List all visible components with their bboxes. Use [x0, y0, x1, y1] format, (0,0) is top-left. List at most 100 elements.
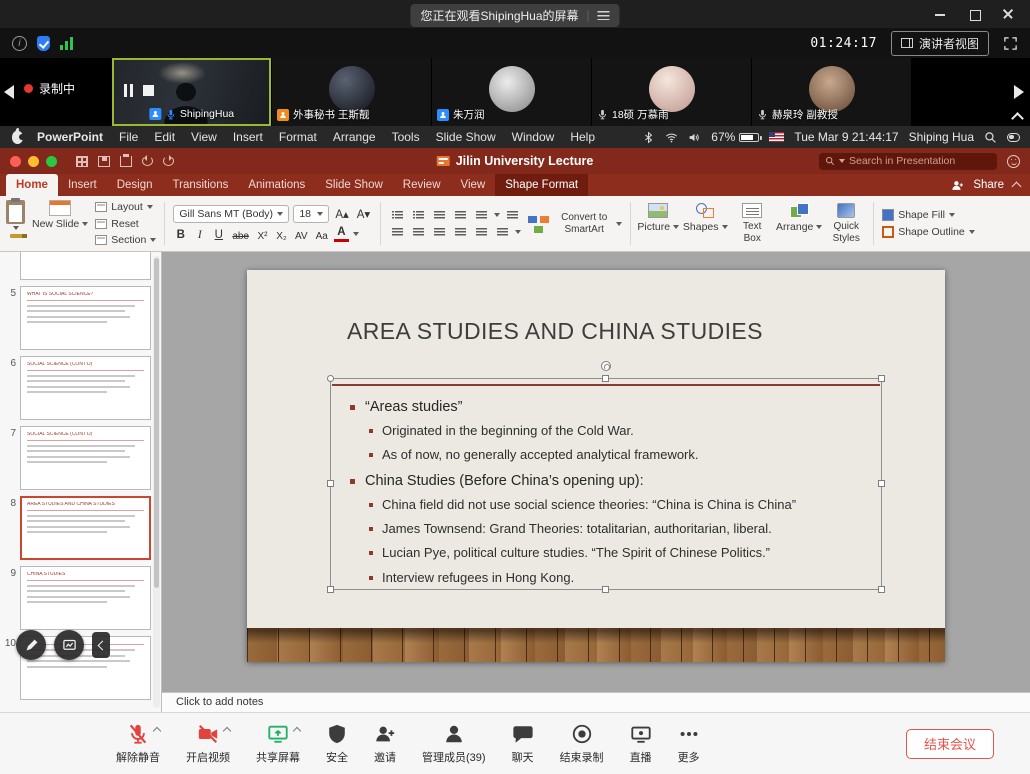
app-menu[interactable]: PowerPoint	[29, 130, 111, 144]
shapes-button[interactable]: Shapes	[686, 203, 724, 233]
bluetooth-icon[interactable]	[642, 131, 655, 144]
align-left-button[interactable]	[389, 225, 406, 239]
menu-item[interactable]: View	[183, 130, 225, 144]
tab-home[interactable]: Home	[6, 174, 58, 196]
fullscreen-icon[interactable]	[1003, 36, 1018, 51]
resize-handle[interactable]	[602, 375, 609, 382]
convert-to-smartart-button[interactable]: Convert to SmartArt	[557, 212, 611, 235]
collapse-ribbon-icon[interactable]	[1012, 182, 1022, 192]
bold-button[interactable]: B	[173, 226, 188, 242]
resize-handle[interactable]	[602, 586, 609, 593]
decrease-indent-button[interactable]	[431, 208, 448, 222]
text-direction-button[interactable]	[473, 225, 490, 239]
annotation-board-button[interactable]	[54, 630, 84, 660]
caret-up-icon[interactable]	[293, 726, 301, 734]
menu-item[interactable]: Window	[504, 130, 563, 144]
control-center-icon[interactable]	[1007, 133, 1020, 142]
invite-button[interactable]: 邀请	[374, 723, 396, 765]
scroll-right-arrow-icon[interactable]	[1014, 85, 1024, 99]
format-painter-icon[interactable]	[10, 234, 22, 238]
align-text-button[interactable]	[494, 225, 511, 239]
grow-font-button[interactable]: A▴	[333, 206, 350, 222]
shape-fill-button[interactable]: Shape Fill	[882, 208, 975, 222]
volume-icon[interactable]	[688, 131, 701, 144]
video-tile-zhuwanrun[interactable]: 朱万润	[432, 58, 591, 126]
menu-item[interactable]: Help	[562, 130, 603, 144]
slide-thumbnail[interactable]: 9 CHINA STUDIES	[2, 566, 151, 630]
rotate-handle[interactable]	[601, 361, 611, 371]
justify-button[interactable]	[452, 225, 469, 239]
undo-icon[interactable]	[142, 156, 153, 166]
line-spacing-caret-icon[interactable]	[494, 213, 500, 217]
info-icon[interactable]: i	[12, 36, 27, 51]
manage-members-button[interactable]: 管理成员(39)	[422, 723, 486, 765]
menu-item[interactable]: Tools	[384, 130, 428, 144]
close-traffic-light[interactable]	[10, 156, 21, 167]
protection-shield-icon[interactable]	[37, 36, 50, 51]
video-tile-shipinghua[interactable]: ShipingHua	[112, 58, 271, 126]
resize-handle[interactable]	[327, 480, 334, 487]
menu-item[interactable]: Edit	[146, 130, 183, 144]
line-spacing-button[interactable]	[473, 208, 490, 222]
menubar-clock[interactable]: Tue Mar 9 21:44:17	[794, 130, 898, 144]
notes-pane[interactable]: Click to add notes	[162, 692, 1030, 712]
arrange-button[interactable]: Arrange	[780, 203, 818, 233]
start-video-button[interactable]: 开启视频	[186, 723, 230, 765]
tab-slide-show[interactable]: Slide Show	[315, 174, 393, 196]
resize-handle[interactable]	[878, 586, 885, 593]
print-icon[interactable]	[120, 156, 132, 167]
close-button[interactable]	[1002, 8, 1014, 20]
spotlight-search-icon[interactable]	[984, 131, 997, 144]
tab-transitions[interactable]: Transitions	[163, 174, 239, 196]
network-quality-icon[interactable]	[60, 37, 74, 50]
resize-handle[interactable]	[878, 375, 885, 382]
share-button[interactable]: Share	[973, 179, 1004, 191]
paste-caret-icon[interactable]	[13, 226, 19, 230]
layout-button[interactable]: Layout	[95, 200, 156, 214]
save-icon[interactable]	[98, 156, 110, 167]
align-right-button[interactable]	[431, 225, 448, 239]
align-text-caret-icon[interactable]	[515, 230, 521, 234]
view-grid-icon[interactable]	[76, 156, 88, 167]
video-tile-hequanling[interactable]: 赫泉玲 副教授	[752, 58, 911, 126]
section-button[interactable]: Section	[95, 233, 156, 247]
video-tile-wanmuyu[interactable]: 18硕 万慕雨	[592, 58, 751, 126]
character-spacing-button[interactable]: AV	[293, 226, 310, 242]
reset-button[interactable]: Reset	[95, 217, 156, 231]
tab-animations[interactable]: Animations	[238, 174, 315, 196]
presentation-search[interactable]	[819, 153, 997, 170]
change-case-button[interactable]: Aa	[314, 226, 330, 242]
superscript-button[interactable]: X²	[255, 226, 270, 242]
pause-recording-button[interactable]	[124, 84, 133, 97]
video-tile-wangsijing[interactable]: 外事秘书 王斯靓	[272, 58, 431, 126]
zoom-traffic-light[interactable]	[46, 156, 57, 167]
more-button[interactable]: 更多	[678, 723, 700, 765]
minimize-button[interactable]	[934, 8, 946, 20]
slide-editing-area[interactable]: AREA STUDIES AND CHINA STUDIES	[162, 252, 1030, 692]
stop-recording-button[interactable]: 结束录制	[560, 723, 604, 765]
italic-button[interactable]: I	[192, 226, 207, 242]
battery-status[interactable]: 67%	[711, 130, 759, 144]
shape-outline-button[interactable]: Shape Outline	[882, 225, 975, 239]
tab-shape-format[interactable]: Shape Format	[495, 174, 588, 196]
shrink-font-button[interactable]: A▾	[355, 206, 372, 222]
quick-styles-button[interactable]: Quick Styles	[827, 203, 865, 244]
chat-button[interactable]: 聊天	[512, 723, 534, 765]
tab-review[interactable]: Review	[393, 174, 451, 196]
slide-thumbnail[interactable]: 5 WHAT IS SOCIAL SCIENCE?	[2, 286, 151, 350]
thumbnail-scrollbar[interactable]	[153, 256, 160, 708]
stop-recording-button[interactable]	[143, 85, 154, 96]
resize-handle[interactable]	[327, 375, 334, 382]
scroll-left-arrow-icon[interactable]	[4, 85, 14, 99]
slide-canvas[interactable]: AREA STUDIES AND CHINA STUDIES	[247, 270, 945, 662]
subscript-button[interactable]: X₂	[274, 226, 289, 242]
bullets-button[interactable]	[389, 208, 406, 222]
tab-insert[interactable]: Insert	[58, 174, 107, 196]
live-stream-button[interactable]: 直播	[630, 723, 652, 765]
selected-text-box[interactable]: “Areas studies” Originated in the beginn…	[330, 378, 882, 590]
align-center-button[interactable]	[410, 225, 427, 239]
resize-handle[interactable]	[878, 480, 885, 487]
slide-title[interactable]: AREA STUDIES AND CHINA STUDIES	[347, 318, 763, 345]
security-button[interactable]: 安全	[326, 723, 348, 765]
numbering-button[interactable]	[410, 208, 427, 222]
